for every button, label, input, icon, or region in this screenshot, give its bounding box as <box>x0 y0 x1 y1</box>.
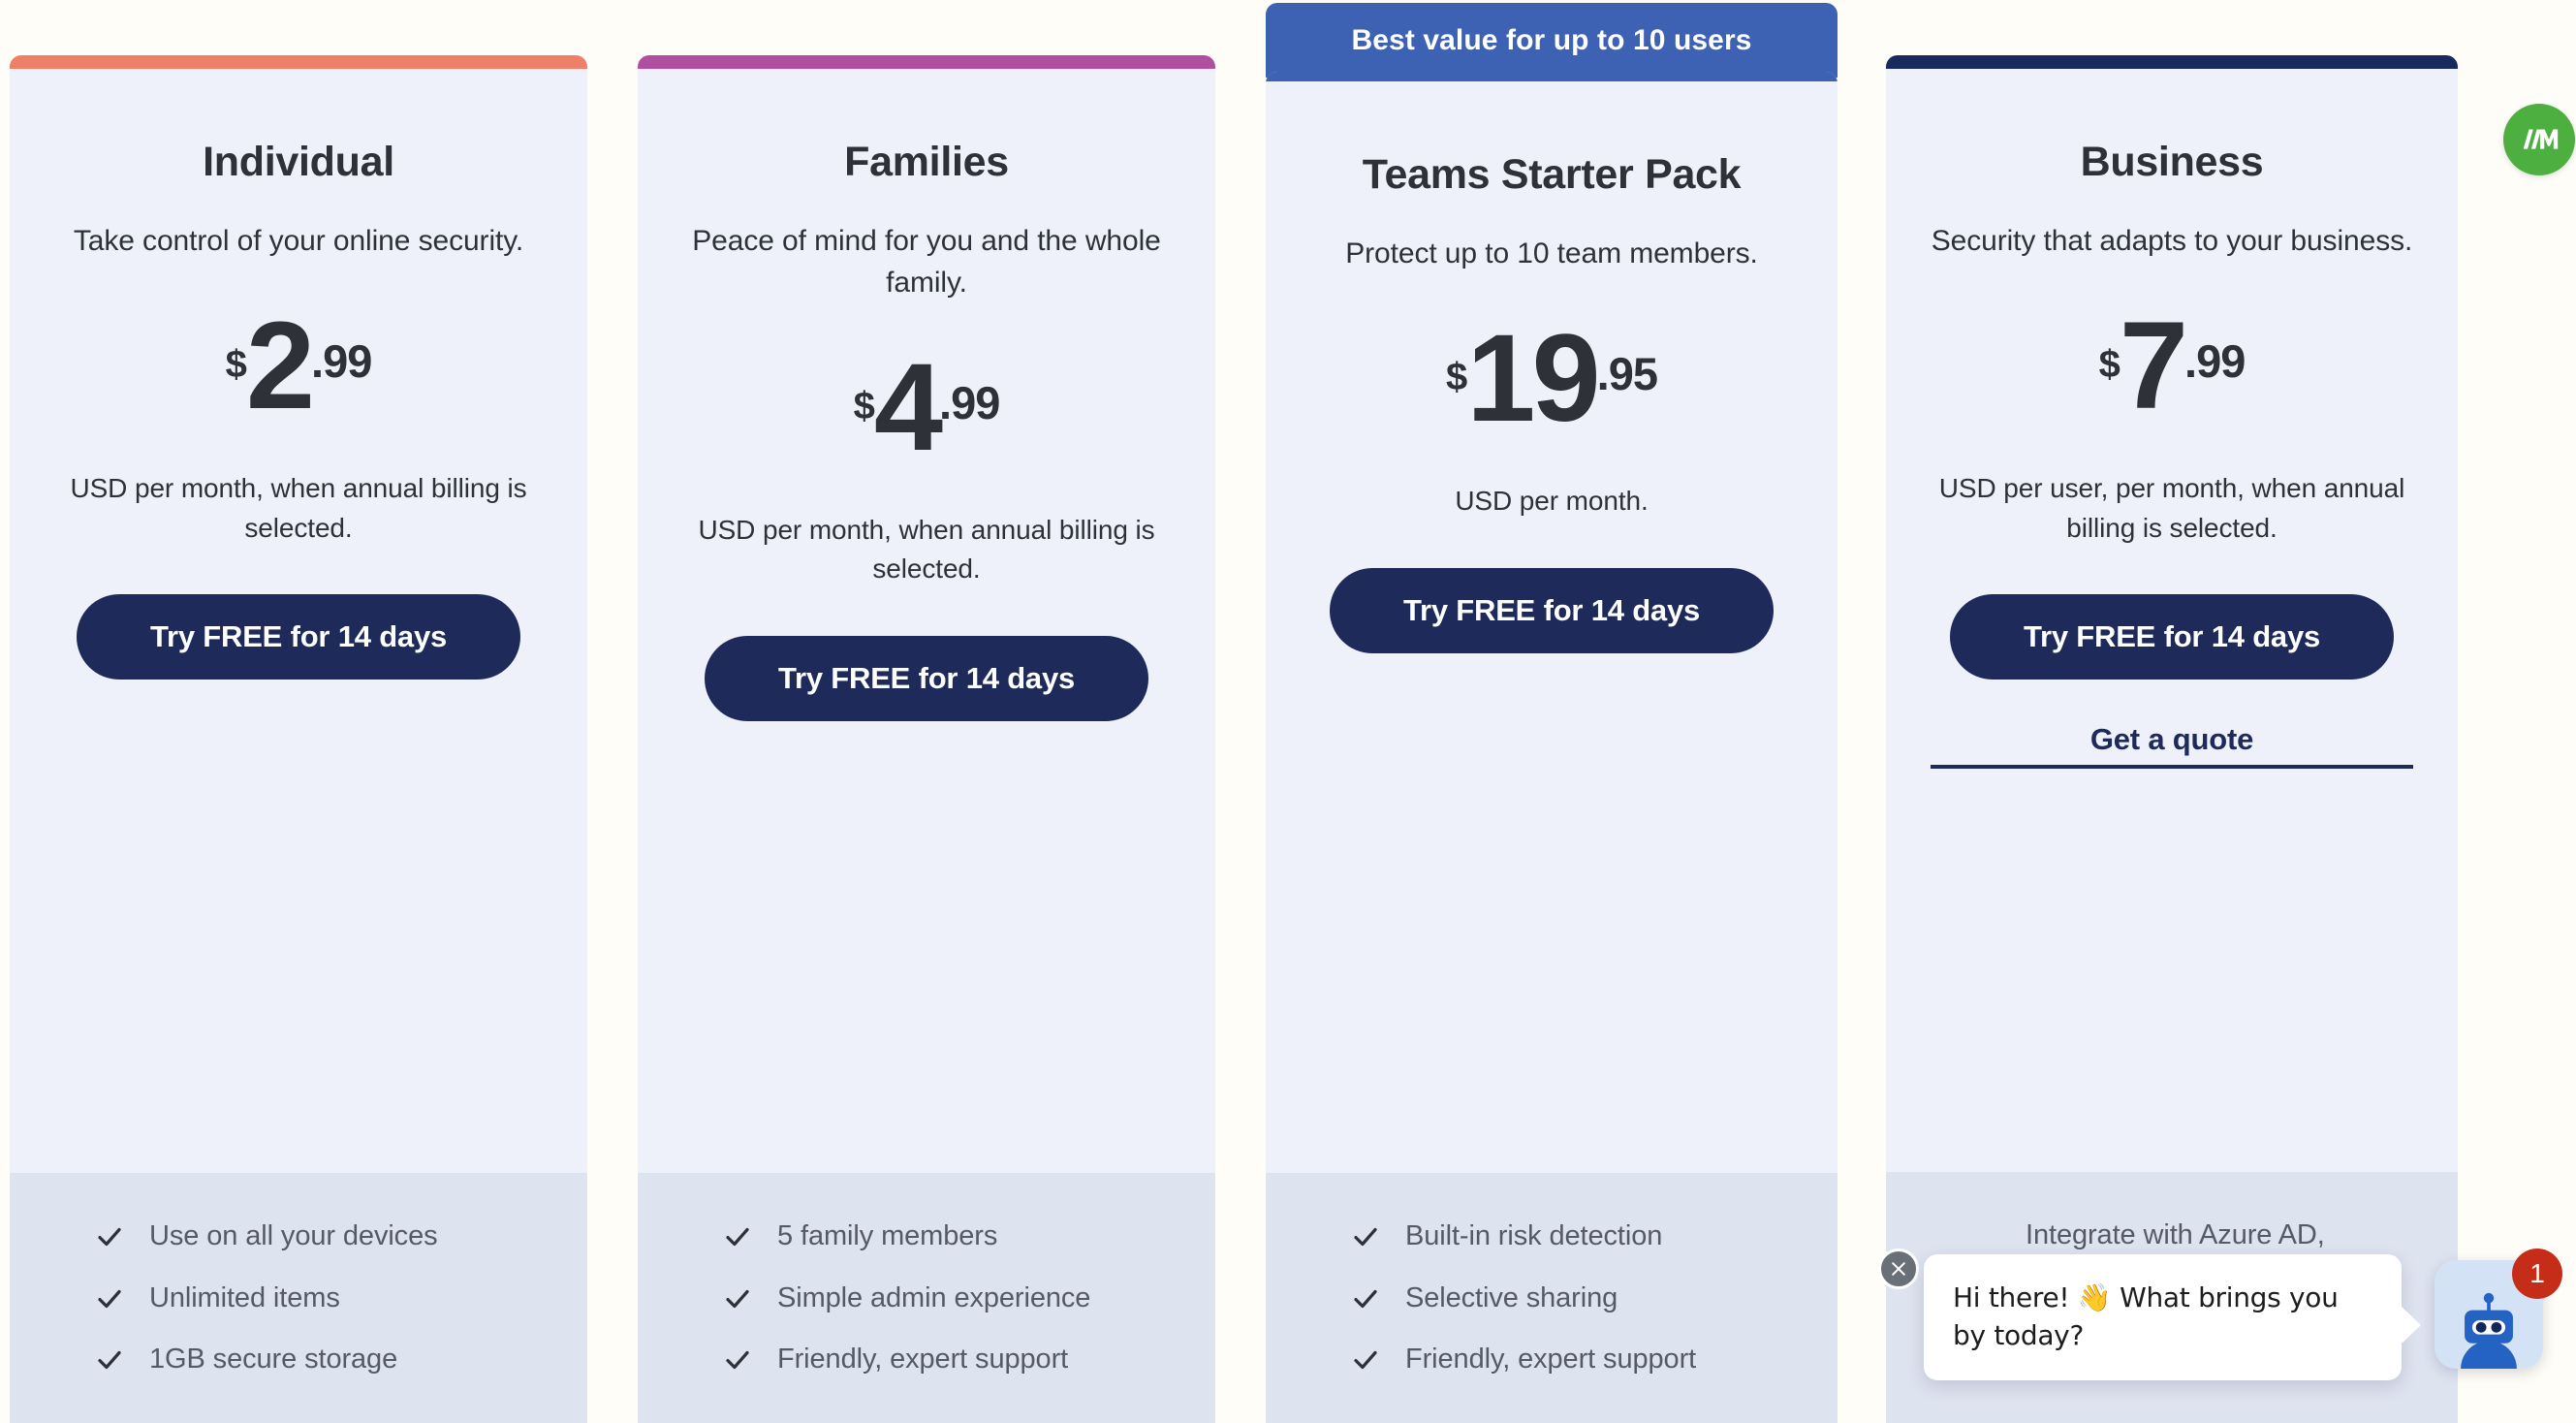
feature-list: 5 family members Simple admin experience <box>682 1217 1171 1379</box>
try-free-button[interactable]: Try FREE for 14 days <box>1950 594 2394 680</box>
plan-features: 5 family members Simple admin experience <box>638 1173 1215 1423</box>
card-spacer <box>54 680 543 1173</box>
try-free-button[interactable]: Try FREE for 14 days <box>705 635 1148 721</box>
check-icon <box>1351 1222 1380 1251</box>
price-cents: .99 <box>939 376 1000 428</box>
feature-item: Unlimited items <box>95 1280 543 1318</box>
feature-label: Simple admin experience <box>777 1281 1091 1313</box>
check-icon <box>723 1284 752 1313</box>
pricing-card-families: Families Peace of mind for you and the w… <box>638 0 1215 1423</box>
check-icon <box>1351 1345 1380 1375</box>
chat-greeting-bubble[interactable]: Hi there! 👋 What brings you by today? <box>1924 1254 2421 1380</box>
cta-wrap: Try FREE for 14 days <box>1931 594 2413 680</box>
price-note: USD per month. <box>1455 486 1649 517</box>
plan-price: $ 2 .99 <box>54 297 543 440</box>
card-accent-bar <box>1886 55 2458 69</box>
plan-price: $ 7 .99 <box>1931 297 2413 440</box>
card-accent-bar <box>638 55 1215 69</box>
card-body: Individual Take control of your online s… <box>10 69 587 1173</box>
feature-item: 1GB secure storage <box>95 1341 543 1379</box>
price-note: USD per month, when annual billing is se… <box>70 473 527 543</box>
plan-price: $ 4 .99 <box>682 337 1171 482</box>
price-currency: $ <box>1446 356 1467 399</box>
card-accent-bar <box>10 55 587 69</box>
try-free-button[interactable]: Try FREE for 14 days <box>77 594 520 680</box>
cta-wrap: Try FREE for 14 days <box>682 635 1171 721</box>
feature-label: 5 family members <box>777 1220 998 1251</box>
card-surface: Business Security that adapts to your bu… <box>1886 55 2458 1423</box>
cta-wrap: Try FREE for 14 days <box>54 594 543 680</box>
pricing-card-individual: Individual Take control of your online s… <box>10 0 587 1423</box>
price-cents: .99 <box>2184 335 2246 388</box>
feature-item: 5 family members <box>723 1217 1171 1256</box>
plan-title: Individual <box>203 139 394 185</box>
feature-label: Friendly, expert support <box>777 1344 1069 1376</box>
price-currency: $ <box>853 384 875 427</box>
feature-label: Friendly, expert support <box>1405 1344 1697 1376</box>
check-icon <box>95 1284 124 1313</box>
cta-wrap: Try FREE for 14 days <box>1310 567 1793 653</box>
best-value-badge: Best value for up to 10 users <box>1266 3 1838 78</box>
plan-title: Teams Starter Pack <box>1362 151 1742 198</box>
price-note: USD per user, per month, when annual bil… <box>1938 473 2405 543</box>
price-whole: 4 <box>873 337 943 477</box>
plan-features: Built-in risk detection Selective sharin… <box>1266 1173 1838 1423</box>
check-icon <box>723 1222 752 1251</box>
pricing-card-teams-starter-pack: Best value for up to 10 users Teams Star… <box>1266 0 1838 1423</box>
feature-item: Use on all your devices <box>95 1217 543 1256</box>
feature-label: Selective sharing <box>1405 1281 1618 1313</box>
feature-label: Built-in risk detection <box>1405 1220 1663 1251</box>
card-spacer <box>1931 769 2413 1172</box>
price-whole: 7 <box>2119 297 2188 436</box>
chat-close-button[interactable] <box>1878 1249 1919 1289</box>
chat-unread-badge: 1 <box>2512 1249 2562 1299</box>
card-accent-bar <box>1266 72 1838 81</box>
close-icon <box>1889 1259 1908 1279</box>
feature-label: Use on all your devices <box>149 1220 438 1251</box>
plan-tagline: Security that adapts to your business. <box>1931 225 2413 258</box>
plan-tagline: Peace of mind for you and the whole fami… <box>692 225 1161 300</box>
feature-list: Use on all your devices Unlimited items <box>54 1217 543 1379</box>
feature-list: Built-in risk detection Selective sharin… <box>1310 1217 1793 1379</box>
price-currency: $ <box>225 343 247 387</box>
feature-label: Unlimited items <box>149 1281 340 1313</box>
feature-label: 1GB secure storage <box>149 1344 398 1376</box>
card-spacer <box>682 721 1171 1173</box>
card-surface: Teams Starter Pack Protect up to 10 team… <box>1266 72 1838 1423</box>
plan-title: Business <box>2080 139 2264 185</box>
plan-tagline: Take control of your online security. <box>73 225 524 258</box>
pricing-card-business: Business Security that adapts to your bu… <box>1886 0 2458 1423</box>
plan-title: Families <box>844 139 1009 185</box>
check-icon <box>723 1345 752 1375</box>
price-whole: 19 <box>1466 309 1600 449</box>
plan-price: $ 19 .95 <box>1310 309 1793 453</box>
feature-item: Friendly, expert support <box>1351 1341 1793 1379</box>
card-body: Teams Starter Pack Protect up to 10 team… <box>1266 81 1838 1173</box>
feature-item: Selective sharing <box>1351 1280 1793 1318</box>
feature-item: Simple admin experience <box>723 1280 1171 1318</box>
chat-robot-icon <box>2448 1287 2529 1369</box>
feature-item: Friendly, expert support <box>723 1341 1171 1379</box>
try-free-button[interactable]: Try FREE for 14 days <box>1330 567 1774 653</box>
card-body: Business Security that adapts to your bu… <box>1886 69 2458 1172</box>
price-currency: $ <box>2098 343 2120 387</box>
plan-tagline: Protect up to 10 team members. <box>1345 237 1758 270</box>
chat-message: Hi there! 👋 What brings you by today? <box>1953 1281 2339 1352</box>
card-surface: Individual Take control of your online s… <box>10 55 587 1423</box>
pricing-cards-row: Individual Take control of your online s… <box>0 0 2576 1423</box>
card-spacer <box>1310 653 1793 1173</box>
price-whole: 2 <box>245 297 315 436</box>
check-icon <box>1351 1284 1380 1313</box>
feature-item: Built-in risk detection <box>1351 1217 1793 1256</box>
card-surface: Families Peace of mind for you and the w… <box>638 55 1215 1423</box>
plan-features: Use on all your devices Unlimited items <box>10 1173 587 1423</box>
price-cents: .99 <box>311 335 372 388</box>
check-icon <box>95 1222 124 1251</box>
check-icon <box>95 1345 124 1375</box>
pricing-page: Individual Take control of your online s… <box>0 0 2576 1423</box>
card-body: Families Peace of mind for you and the w… <box>638 69 1215 1173</box>
get-a-quote-link[interactable]: Get a quote <box>1931 722 2413 770</box>
price-cents: .95 <box>1596 348 1658 400</box>
price-note: USD per month, when annual billing is se… <box>698 514 1155 585</box>
